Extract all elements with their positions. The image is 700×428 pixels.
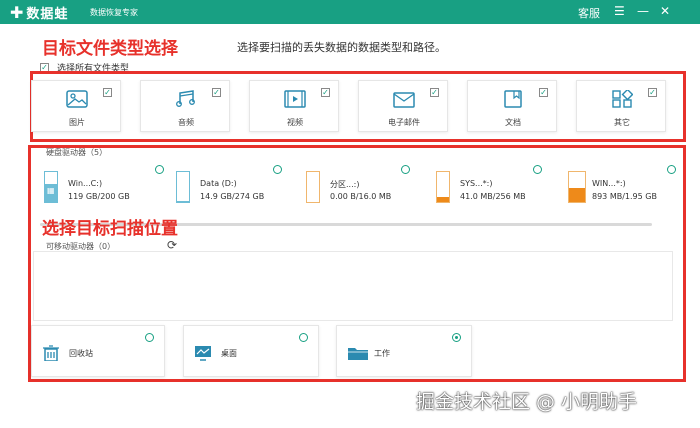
drive-bar xyxy=(436,171,450,203)
drive-partition[interactable]: 分区...:) 0.00 B/16.0 MB xyxy=(306,165,414,211)
refresh-icon[interactable]: ⟳ xyxy=(167,238,177,252)
app-slogan: 数据恢复专家 xyxy=(90,8,138,17)
drive-d[interactable]: Data (D:) 14.9 GB/274 GB xyxy=(176,165,286,211)
windows-icon: ▦ xyxy=(47,186,55,195)
service-button[interactable]: 客服 xyxy=(578,5,600,21)
file-type-label: 文档 xyxy=(505,118,521,127)
location-desktop[interactable]: 桌面 xyxy=(183,325,319,377)
watermark-at: @ xyxy=(536,391,556,413)
watermark-author: 小明助手 xyxy=(561,391,638,413)
watermark-text: 掘金技术社区 xyxy=(416,391,531,413)
file-type-email[interactable]: ✓ 电子邮件 xyxy=(358,80,448,132)
drive-bar xyxy=(306,171,320,203)
location-recycle-bin[interactable]: 回收站 xyxy=(31,325,165,377)
file-type-annotation: 目标文件类型选择 xyxy=(42,39,178,59)
minimize-icon[interactable]: — xyxy=(637,4,649,18)
drive-c[interactable]: ▦ Win...C:) 119 GB/200 GB xyxy=(44,165,168,211)
checkbox-icon[interactable]: ✓ xyxy=(103,88,112,97)
file-type-other[interactable]: ✓ 其它 xyxy=(576,80,666,132)
drive-radio[interactable] xyxy=(401,165,410,174)
close-icon[interactable]: ✕ xyxy=(660,4,670,18)
video-icon xyxy=(284,90,306,108)
drive-fill xyxy=(569,188,585,202)
hard-drive-section-label: 硬盘驱动器（5） xyxy=(46,148,108,157)
file-type-image[interactable]: ✓ 图片 xyxy=(31,80,121,132)
location-radio[interactable] xyxy=(299,333,308,342)
location-radio[interactable] xyxy=(452,333,461,342)
location-radio[interactable] xyxy=(145,333,154,342)
drive-name: 分区...:) xyxy=(330,180,360,189)
drive-radio[interactable] xyxy=(273,165,282,174)
checkbox-icon[interactable]: ✓ xyxy=(212,88,221,97)
drive-name: SYS...*:) xyxy=(460,179,493,188)
instruction-text: 选择要扫描的丢失数据的数据类型和路径。 xyxy=(237,41,446,54)
drive-bar xyxy=(176,171,190,203)
watermark: 掘金技术社区 @ 小明助手 xyxy=(416,387,637,414)
title-bar: ✚ 数据蛙 数据恢复专家 客服 ☰ — ✕ xyxy=(0,0,700,24)
logo-icon: ✚ xyxy=(10,3,24,22)
folder-icon xyxy=(348,348,368,360)
file-type-video[interactable]: ✓ 视频 xyxy=(249,80,339,132)
drive-win[interactable]: WIN...*:) 893 MB/1.95 GB xyxy=(568,165,680,211)
drive-sys[interactable]: SYS...*:) 41.0 MB/256 MB xyxy=(436,165,546,211)
checkbox-icon[interactable]: ✓ xyxy=(321,88,330,97)
file-type-label: 图片 xyxy=(69,118,85,127)
drive-name: Data (D:) xyxy=(200,179,237,188)
app-name: 数据蛙 xyxy=(26,7,69,22)
file-type-label: 视频 xyxy=(287,118,303,127)
drive-name: WIN...*:) xyxy=(592,179,626,188)
menu-icon[interactable]: ☰ xyxy=(614,4,625,18)
file-type-document[interactable]: ✓ 文档 xyxy=(467,80,557,132)
other-icon xyxy=(612,90,633,108)
drive-size: 0.00 B/16.0 MB xyxy=(330,192,392,201)
app-logo: ✚ 数据蛙 xyxy=(10,3,68,22)
drive-fill xyxy=(437,197,449,202)
checkbox-icon[interactable]: ✓ xyxy=(648,88,657,97)
image-icon xyxy=(66,90,88,108)
file-type-audio[interactable]: ✓ 音频 xyxy=(140,80,230,132)
scan-location-annotation: 选择目标扫描位置 xyxy=(42,219,178,239)
music-icon xyxy=(176,90,195,107)
drive-radio[interactable] xyxy=(155,165,164,174)
location-work-folder[interactable]: 工作 xyxy=(336,325,472,377)
email-icon xyxy=(393,92,415,108)
removable-drive-area xyxy=(33,251,673,321)
drive-radio[interactable] xyxy=(533,165,542,174)
drive-radio[interactable] xyxy=(667,165,676,174)
drive-size: 893 MB/1.95 GB xyxy=(592,192,657,201)
location-label: 回收站 xyxy=(69,349,93,358)
drive-fill xyxy=(177,200,189,202)
drive-bar: ▦ xyxy=(44,171,58,203)
desktop-icon xyxy=(195,346,211,361)
location-label: 工作 xyxy=(374,349,390,358)
document-icon xyxy=(504,90,522,108)
file-type-label: 音频 xyxy=(178,118,194,127)
drive-name: Win...C:) xyxy=(68,179,103,188)
file-type-label: 电子邮件 xyxy=(388,118,420,127)
drive-size: 119 GB/200 GB xyxy=(68,192,130,201)
drive-bar xyxy=(568,171,586,203)
checkbox-icon[interactable]: ✓ xyxy=(430,88,439,97)
file-type-label: 其它 xyxy=(614,118,630,127)
checkbox-icon[interactable]: ✓ xyxy=(539,88,548,97)
drive-size: 41.0 MB/256 MB xyxy=(460,192,526,201)
drive-size: 14.9 GB/274 GB xyxy=(200,192,265,201)
location-label: 桌面 xyxy=(221,349,237,358)
recycle-bin-icon xyxy=(43,345,59,361)
